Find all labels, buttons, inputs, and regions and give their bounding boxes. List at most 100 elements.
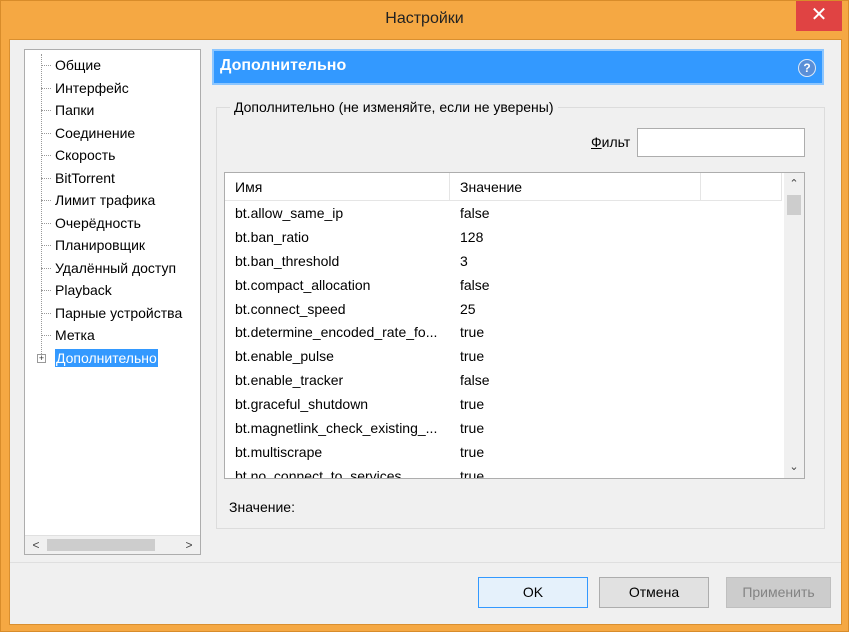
filter-label-rest: ильт <box>601 134 631 150</box>
tree-item-label: Интерфейс <box>55 79 129 96</box>
close-button[interactable]: ✕ <box>796 1 842 31</box>
list-item[interactable]: bt.graceful_shutdown true <box>225 392 782 416</box>
tree-item[interactable]: Скорость <box>25 144 200 167</box>
filter-input[interactable] <box>637 128 805 157</box>
setting-value: false <box>460 276 490 293</box>
setting-name: bt.enable_pulse <box>235 348 334 365</box>
scroll-thumb[interactable] <box>47 539 155 551</box>
panel-title: Дополнительно <box>220 57 347 74</box>
tree-item[interactable]: Очерёдность <box>25 212 200 235</box>
dialog-client-area: Общие Интерфейс Папки Соединение Скорость Bit… <box>9 39 842 625</box>
scroll-up-icon[interactable]: ⌃ <box>784 175 804 193</box>
filter-label-accesskey: Ф <box>591 134 602 150</box>
tree-item[interactable]: Планировщик <box>25 234 200 257</box>
tree-item[interactable]: Соединение <box>25 122 200 145</box>
tree-item[interactable]: Общие <box>25 54 200 77</box>
tree-item-label: Парные устройства <box>55 304 183 321</box>
scroll-down-icon[interactable]: ⌄ <box>784 458 804 476</box>
setting-name: bt.ban_ratio <box>235 228 309 245</box>
setting-name: bt.enable_tracker <box>235 372 344 389</box>
list-header: Имя Значение <box>225 173 782 201</box>
scroll-right-icon[interactable]: > <box>180 536 198 554</box>
list-item[interactable]: bt.compact_allocation false <box>225 273 782 297</box>
tree-item-label: Удалённый доступ <box>55 259 177 276</box>
tree-item[interactable]: Метка <box>25 324 200 347</box>
tree-item[interactable]: BitTorrent <box>25 167 200 190</box>
column-header-value[interactable]: Значение <box>450 173 701 201</box>
list-item[interactable]: bt.ban_ratio 128 <box>225 225 782 249</box>
panel-header: Дополнительно ? <box>212 49 824 85</box>
tree-connector <box>41 267 51 269</box>
scroll-left-icon[interactable]: < <box>27 536 45 554</box>
button-bar <box>10 562 841 624</box>
tree-item[interactable]: Удалённый доступ <box>25 257 200 280</box>
tree-connector <box>41 335 51 336</box>
column-header-extra[interactable] <box>701 173 782 201</box>
list-item[interactable]: bt.determine_encoded_rate_fo... true <box>225 320 782 344</box>
setting-value: true <box>460 396 485 413</box>
list-item[interactable]: bt.magnetlink_check_existing_... true <box>225 416 782 440</box>
setting-name: bt.ban_threshold <box>235 252 340 269</box>
scroll-thumb[interactable] <box>787 195 801 215</box>
tree-item-label: Папки <box>55 102 95 118</box>
apply-button[interactable]: Применить <box>726 577 831 608</box>
list-vertical-scrollbar[interactable]: ⌃ ⌄ <box>784 173 804 478</box>
title-bar[interactable]: Настройки ✕ <box>1 1 848 39</box>
tree-connector <box>41 87 51 89</box>
expand-icon[interactable]: + <box>37 353 46 363</box>
setting-name: bt.connect_speed <box>235 300 346 317</box>
tree-item-label: Скорость <box>55 147 116 163</box>
setting-name: bt.graceful_shutdown <box>235 396 369 413</box>
tree-item[interactable]: Парные устройства <box>25 302 200 325</box>
tree-connector <box>41 110 51 111</box>
tree-connector <box>41 222 51 224</box>
setting-value: true <box>460 467 485 479</box>
setting-value: false <box>460 205 490 221</box>
list-item[interactable]: bt.enable_tracker false <box>225 368 782 392</box>
value-label: Значение: <box>229 499 295 515</box>
column-header-name[interactable]: Имя <box>225 173 450 201</box>
tree-connector <box>41 290 51 291</box>
advanced-group: Дополнительно (не изменяйте, если не уве… <box>216 99 825 529</box>
tree-connector <box>41 245 51 246</box>
tree-item-label: Соединение <box>55 124 136 141</box>
tree-item-label: Планировщик <box>55 237 146 253</box>
tree-item-label: Лимит трафика <box>55 192 156 208</box>
tree-item[interactable]: Папки <box>25 99 200 122</box>
settings-window: Настройки ✕ Общие Интерфейс Папки Соединени… <box>0 0 849 632</box>
ok-button[interactable]: OK <box>478 577 588 608</box>
list-item[interactable]: bt.multiscrape true <box>225 440 782 464</box>
help-icon[interactable]: ? <box>798 59 816 77</box>
setting-value: false <box>460 372 490 389</box>
setting-name: bt.magnetlink_check_existing_... <box>235 420 438 437</box>
tree-connector <box>41 200 51 201</box>
setting-value: true <box>460 324 485 341</box>
list-item[interactable]: bt.connect_speed 25 <box>225 297 782 321</box>
tree-item-label: Метка <box>55 327 95 343</box>
setting-name: bt.no_connect_to_services <box>235 467 402 479</box>
list-item[interactable]: bt.allow_same_ip false <box>225 201 782 225</box>
setting-name: bt.multiscrape <box>235 443 323 460</box>
list-item[interactable]: bt.no_connect_to_services true <box>225 464 782 479</box>
setting-value: 3 <box>460 252 468 269</box>
tree-item[interactable]: Playback <box>25 279 200 302</box>
tree-item[interactable]: Лимит трафика <box>25 189 200 212</box>
tree-horizontal-scrollbar[interactable]: < > <box>25 535 200 554</box>
setting-value: 128 <box>460 228 484 245</box>
list-item[interactable]: bt.enable_pulse true <box>225 344 782 368</box>
tree-item[interactable]: + Дополнительно <box>25 347 200 370</box>
setting-name: bt.allow_same_ip <box>235 205 344 221</box>
list-item[interactable]: bt.ban_threshold 3 <box>225 249 782 273</box>
setting-value: true <box>460 348 485 365</box>
tree-item[interactable]: Интерфейс <box>25 77 200 100</box>
tree-items: Общие Интерфейс Папки Соединение Скорость Bit… <box>25 54 200 369</box>
list-rows: bt.allow_same_ip false bt.ban_ratio 128 bt.b… <box>225 201 782 479</box>
settings-list: Имя Значение bt.allow_same_ip false bt.ban… <box>224 172 805 479</box>
cancel-button[interactable]: Отмена <box>599 577 709 608</box>
window-title: Настройки <box>385 10 464 27</box>
settings-tree: Общие Интерфейс Папки Соединение Скорость Bit… <box>24 49 201 555</box>
setting-value: true <box>460 443 485 460</box>
tree-connector <box>41 65 51 66</box>
tree-item-label: Очерёдность <box>55 214 141 231</box>
setting-name: bt.determine_encoded_rate_fo... <box>235 324 438 341</box>
